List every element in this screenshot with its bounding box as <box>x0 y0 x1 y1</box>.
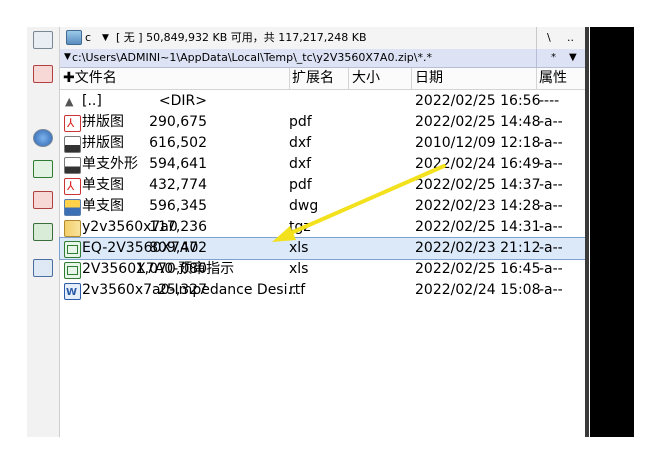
history-dropdown-icon[interactable]: ▼ <box>64 49 71 66</box>
image-file-icon[interactable] <box>33 65 53 83</box>
file-size: 290,675 <box>149 114 207 130</box>
file-name: [..] <box>82 93 102 109</box>
file-date: 2022/02/25 14:31 <box>415 219 541 235</box>
drive-icon <box>66 30 82 45</box>
file-row[interactable]: EQ-2V3560X7A0 xls 809,472 2022/02/23 21:12-… <box>59 237 586 260</box>
column-date[interactable]: 日期 <box>412 68 537 89</box>
drive-selector[interactable]: c <box>85 28 91 48</box>
file-date: 2022/02/25 16:56 <box>415 93 541 109</box>
drive-bar: c ▼ [ 无 ] 50,849,932 KB 可用，共 117,217,248… <box>60 27 585 49</box>
file-row[interactable]: 拼版图 pdf 290,675 2022/02/25 14:48-a-- <box>60 112 585 134</box>
file-date: 2022/02/23 14:28 <box>415 198 541 214</box>
file-size: 432,774 <box>149 177 207 193</box>
file-size: <DIR> <box>158 93 207 109</box>
dxf-file-icon <box>64 136 81 153</box>
pdf-file-icon <box>64 176 81 197</box>
file-size: 25,327 <box>158 282 207 298</box>
file-extension: dwg <box>289 198 319 214</box>
file-attributes: -a-- <box>539 156 563 172</box>
left-toolbar <box>27 27 60 437</box>
network-icon[interactable] <box>33 31 53 49</box>
file-row[interactable]: y2v3560x7a0 tgz 117,236 2022/02/25 14:31 -a-… <box>60 217 585 238</box>
file-size: 1,070,080 <box>135 261 207 277</box>
file-date: 2022/02/24 16:49 <box>415 156 541 172</box>
file-size: 594,641 <box>149 156 207 172</box>
chevron-down-icon[interactable]: ▼ <box>569 49 577 66</box>
spreadsheet-icon[interactable] <box>33 160 53 178</box>
filter-button[interactable]: * <box>551 49 556 66</box>
file-size: 616,502 <box>149 135 207 151</box>
file-name: 拼版图 <box>82 114 124 130</box>
pdf-file-icon <box>64 113 81 134</box>
xls-file-icon <box>64 241 81 258</box>
file-row[interactable]: 单支图 dwg 596,345 2022/02/23 14:28 -a-- <box>60 196 585 217</box>
file-extension: xls <box>289 240 309 256</box>
file-name: 拼版图 <box>82 135 124 151</box>
settings-icon[interactable] <box>33 223 53 241</box>
column-attributes[interactable]: 属性 <box>536 68 585 89</box>
file-attributes: ---- <box>539 93 560 109</box>
file-attributes: -a-- <box>539 177 563 193</box>
file-attributes: -a-- <box>539 282 563 298</box>
file-row[interactable]: [..] <DIR> 2022/02/25 16:56---- <box>60 91 585 112</box>
file-size: 117,236 <box>149 219 207 235</box>
right-panel <box>590 27 634 437</box>
file-date: 2022/02/25 14:37 <box>415 177 541 193</box>
file-attributes: -a-- <box>539 198 563 214</box>
file-extension: pdf <box>289 114 312 130</box>
parent-dir-icon <box>64 91 79 112</box>
file-date: 2022/02/25 16:45 <box>415 261 541 277</box>
file-row[interactable]: 2V3560X7A0-预审指示 xls 1,070,080 2022/02/25 16… <box>60 259 585 280</box>
drive-nav-buttons: \ .. <box>536 27 585 49</box>
root-dir-button[interactable]: \ <box>547 28 551 48</box>
file-row[interactable]: 拼版图 dxf 616,502 2010/12/09 12:18 -a-- <box>60 133 585 154</box>
dwg-file-icon <box>64 199 81 216</box>
monitor-icon[interactable] <box>33 259 53 277</box>
column-name[interactable]: ✚文件名 <box>60 68 290 89</box>
file-row[interactable]: 2v3560x7a0-Impedance Desi..rtf25,3272022… <box>60 280 585 303</box>
path-buttons: * ▼ <box>536 49 585 67</box>
file-extension: pdf <box>289 177 312 193</box>
drive-free-space: [ 无 ] 50,849,932 KB 可用，共 117,217,248 KB <box>116 31 367 44</box>
parent-dir-button[interactable]: .. <box>567 28 574 48</box>
file-date: 2010/12/09 12:18 <box>415 135 541 151</box>
file-date: 2022/02/23 21:12 <box>415 240 541 256</box>
file-row[interactable]: 单支图 pdf 432,774 2022/02/25 14:37-a-- <box>60 175 585 197</box>
file-size: 596,345 <box>149 198 207 214</box>
path-bar: ▼ c:\Users\ADMINI~1\AppData\Local\Temp\_… <box>60 49 585 68</box>
file-row[interactable]: 单支外形 dxf 594,641 2022/02/24 16:49 -a-- <box>60 154 585 175</box>
file-panel: c ▼ [ 无 ] 50,849,932 KB 可用，共 117,217,248… <box>59 27 586 437</box>
file-attributes: -a-- <box>539 114 563 130</box>
file-extension: dxf <box>289 156 312 172</box>
file-extension: tgz <box>289 219 311 235</box>
column-extension[interactable]: 扩展名 <box>289 68 349 89</box>
file-size: 809,472 <box>149 240 207 256</box>
image-file-icon[interactable] <box>33 191 53 209</box>
file-extension: rtf <box>289 282 306 298</box>
current-path[interactable]: c:\Users\ADMINI~1\AppData\Local\Temp\_tc… <box>72 49 432 66</box>
file-extension: dxf <box>289 135 312 151</box>
file-date: 2022/02/25 14:48 <box>415 114 541 130</box>
scrollbar[interactable] <box>585 27 589 437</box>
column-size[interactable]: 大小 <box>349 68 412 89</box>
dxf-file-icon <box>64 157 81 174</box>
column-header: ✚文件名 扩展名 大小 日期 属性 <box>60 68 585 90</box>
file-extension: xls <box>289 261 309 277</box>
tgz-archive-icon <box>64 220 81 237</box>
globe-icon[interactable] <box>33 129 53 147</box>
file-name: 单支图 <box>82 198 124 214</box>
file-attributes: -a-- <box>539 240 563 256</box>
rtf-file-icon <box>64 282 81 303</box>
file-date: 2022/02/24 15:08 <box>415 282 541 298</box>
chevron-down-icon[interactable]: ▼ <box>102 28 109 48</box>
xls-file-icon <box>64 262 81 279</box>
file-attributes: -a-- <box>539 261 563 277</box>
file-attributes: -a-- <box>539 135 563 151</box>
file-attributes: -a-- <box>539 219 563 235</box>
file-name: 单支图 <box>82 177 124 193</box>
